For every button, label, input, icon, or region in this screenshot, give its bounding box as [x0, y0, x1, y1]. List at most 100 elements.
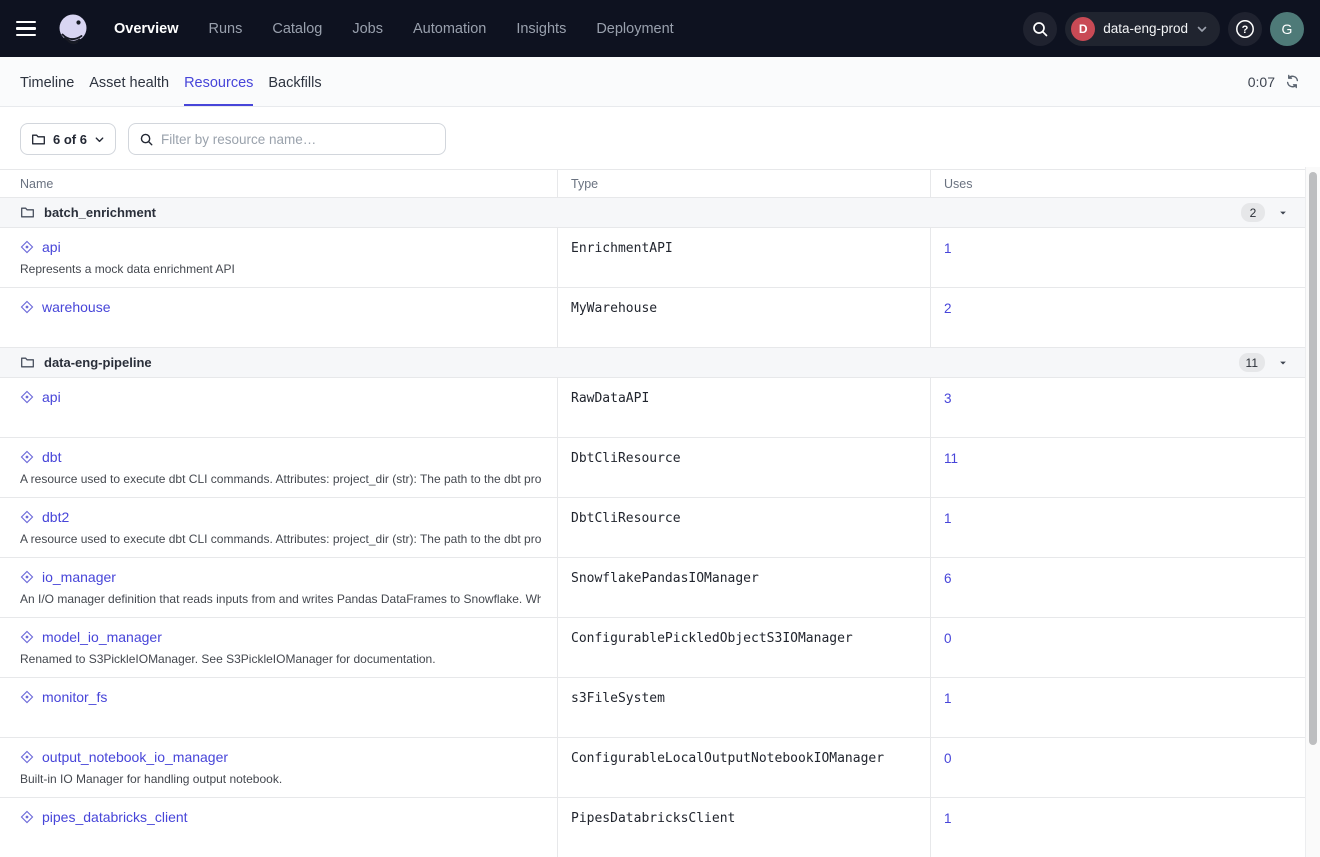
folder-icon	[20, 355, 35, 370]
resource-name-line: dbt2	[20, 509, 541, 525]
resource-link[interactable]: io_manager	[42, 569, 116, 585]
scrollbar-track[interactable]	[1305, 167, 1320, 857]
group-name: batch_enrichment	[44, 205, 156, 220]
user-avatar[interactable]: G	[1270, 12, 1304, 46]
resource-icon	[20, 300, 34, 314]
resource-icon	[20, 240, 34, 254]
group-row-batch_enrichment: batch_enrichment 2	[0, 198, 1305, 228]
resource-type-cell: RawDataAPI	[557, 378, 930, 437]
nav-item-insights[interactable]: Insights	[516, 21, 566, 37]
resource-type-cell: ConfigurablePickledObjectS3IOManager	[557, 618, 930, 677]
resource-link[interactable]: output_notebook_io_manager	[42, 749, 228, 765]
resource-uses-cell: 2	[930, 288, 1305, 347]
resource-description: A resource used to execute dbt CLI comma…	[20, 472, 541, 486]
top-navigation-bar: Overview Runs Catalog Jobs Automation Insight…	[0, 0, 1320, 57]
resource-description: Represents a mock data enrichment API	[20, 262, 541, 276]
resource-link[interactable]: warehouse	[42, 299, 111, 315]
resource-link[interactable]: dbt	[42, 449, 61, 465]
resource-link[interactable]: api	[42, 239, 61, 255]
resource-icon	[20, 570, 34, 584]
resource-uses-link[interactable]: 0	[944, 751, 952, 766]
refresh-countdown: 0:07	[1248, 74, 1275, 90]
overview-tab-bar: Timeline Asset health Resources Backfills 0…	[0, 57, 1320, 107]
nav-item-jobs[interactable]: Jobs	[352, 21, 383, 37]
resource-description: A resource used to execute dbt CLI comma…	[20, 532, 541, 546]
main-nav-items: Overview Runs Catalog Jobs Automation Insight…	[114, 21, 674, 37]
resource-icon	[20, 690, 34, 704]
nav-item-automation[interactable]: Automation	[413, 21, 486, 37]
resource-name-line: api	[20, 239, 541, 255]
resource-type-cell: s3FileSystem	[557, 678, 930, 737]
dagster-logo[interactable]	[54, 10, 92, 48]
resource-name-line: pipes_databricks_client	[20, 809, 541, 825]
resource-uses-link[interactable]: 3	[944, 391, 952, 406]
scrollbar-thumb[interactable]	[1309, 172, 1317, 745]
resource-name-line: output_notebook_io_manager	[20, 749, 541, 765]
resource-uses-link[interactable]: 1	[944, 811, 952, 826]
help-button[interactable]: ?	[1228, 12, 1262, 46]
resource-description: An I/O manager definition that reads inp…	[20, 592, 541, 606]
svg-text:?: ?	[1242, 24, 1249, 36]
deployment-dot: D	[1071, 17, 1095, 41]
group-row-data-eng-pipeline: data-eng-pipeline11	[0, 348, 1305, 378]
help-icon: ?	[1234, 18, 1256, 40]
resource-uses-link[interactable]: 1	[944, 691, 952, 706]
resource-search-input[interactable]	[161, 132, 435, 147]
resource-link[interactable]: pipes_databricks_client	[42, 809, 188, 825]
resource-name-cell: model_io_managerRenamed to S3PickleIOMan…	[0, 618, 557, 677]
collapse-caret-icon[interactable]	[1275, 205, 1291, 221]
resource-uses-link[interactable]: 2	[944, 301, 952, 316]
resource-uses-cell: 1	[930, 678, 1305, 737]
filter-row: 6 of 6	[0, 107, 1320, 169]
resource-name-cell: dbt A resource used to execute dbt CLI co…	[0, 438, 557, 497]
table-row: io_manager An I/O manager definition that…	[0, 558, 1305, 618]
resource-uses-cell: 6	[930, 558, 1305, 617]
resource-uses-link[interactable]: 1	[944, 241, 952, 256]
resource-name-cell: api	[0, 378, 557, 437]
tab-backfills[interactable]: Backfills	[268, 60, 321, 106]
code-location-filter-button[interactable]: 6 of 6	[20, 123, 116, 155]
resource-uses-cell: 0	[930, 618, 1305, 677]
nav-item-runs[interactable]: Runs	[209, 21, 243, 37]
group-name: data-eng-pipeline	[44, 355, 152, 370]
nav-item-catalog[interactable]: Catalog	[272, 21, 322, 37]
resource-type-cell: SnowflakePandasIOManager	[557, 558, 930, 617]
resource-search-box	[128, 123, 446, 155]
resources-table: Name Type Uses batch_enrichment 2 api Repre…	[0, 169, 1305, 857]
collapse-caret-icon[interactable]	[1275, 355, 1291, 371]
tab-asset-health[interactable]: Asset health	[89, 60, 169, 106]
resource-type-cell: PipesDatabricksClient	[557, 798, 930, 857]
resource-link[interactable]: dbt2	[42, 509, 69, 525]
resource-type-cell: MyWarehouse	[557, 288, 930, 347]
refresh-icon[interactable]	[1285, 74, 1300, 89]
resource-name-line: monitor_fs	[20, 689, 541, 705]
resource-link[interactable]: model_io_manager	[42, 629, 162, 645]
search-button[interactable]	[1023, 12, 1057, 46]
table-header: Name Type Uses	[0, 170, 1305, 198]
resource-uses-link[interactable]: 11	[944, 451, 958, 466]
table-row: dbt2 A resource used to execute dbt CLI c…	[0, 498, 1305, 558]
resource-name-cell: api Represents a mock data enrichment API	[0, 228, 557, 287]
deployment-switcher[interactable]: D data-eng-prod	[1065, 12, 1220, 46]
resource-icon	[20, 810, 34, 824]
resource-icon	[20, 630, 34, 644]
resource-name-cell: monitor_fs	[0, 678, 557, 737]
resource-uses-link[interactable]: 1	[944, 511, 952, 526]
folder-icon	[31, 132, 46, 147]
resource-uses-cell: 1	[930, 798, 1305, 857]
resource-link[interactable]: monitor_fs	[42, 689, 107, 705]
resource-uses-cell: 1	[930, 228, 1305, 287]
tab-timeline[interactable]: Timeline	[20, 60, 74, 106]
resource-uses-link[interactable]: 6	[944, 571, 952, 586]
resource-uses-link[interactable]: 0	[944, 631, 952, 646]
resource-uses-cell: 3	[930, 378, 1305, 437]
group-row-right: 2	[1241, 203, 1291, 222]
resource-uses-cell: 1	[930, 498, 1305, 557]
resource-link[interactable]: api	[42, 389, 61, 405]
tab-resources[interactable]: Resources	[184, 60, 253, 106]
nav-item-deployment[interactable]: Deployment	[596, 21, 673, 37]
menu-icon[interactable]	[16, 15, 44, 43]
resource-name-line: dbt	[20, 449, 541, 465]
nav-item-overview[interactable]: Overview	[114, 21, 179, 37]
code-location-filter-label: 6 of 6	[53, 132, 87, 147]
